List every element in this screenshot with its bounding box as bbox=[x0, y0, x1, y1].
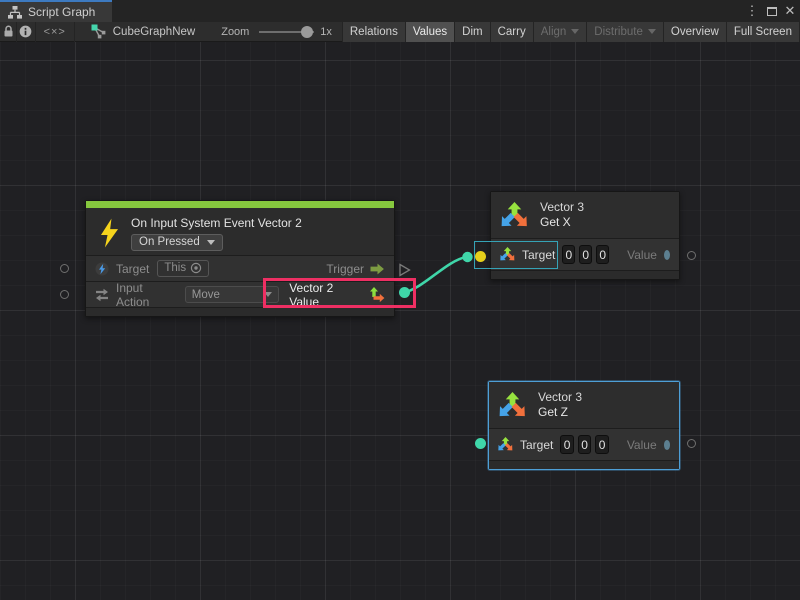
code-icon: <×> bbox=[44, 26, 66, 38]
getz-target-label: Target bbox=[520, 438, 553, 452]
full-screen-button[interactable]: Full Screen bbox=[727, 22, 800, 42]
connection-end-dot bbox=[462, 252, 472, 262]
getz-title-label: Get Z bbox=[538, 405, 582, 420]
target-label: Target bbox=[116, 262, 149, 276]
getx-node-footer bbox=[491, 270, 679, 279]
getz-node-footer bbox=[489, 460, 679, 469]
code-preview-button[interactable]: <×> bbox=[36, 22, 75, 42]
event-mode-dropdown[interactable]: On Pressed bbox=[131, 234, 223, 251]
event-node-title: On Input System Event Vector 2 bbox=[131, 215, 302, 230]
chevron-down-icon bbox=[571, 29, 579, 34]
lock-button[interactable] bbox=[0, 22, 17, 42]
zoom-slider[interactable] bbox=[259, 22, 314, 42]
hint-highlight-box bbox=[263, 278, 416, 308]
getz-category-label: Vector 3 bbox=[538, 390, 582, 405]
zoom-slider-handle[interactable] bbox=[301, 26, 313, 38]
window-maximize-icon[interactable] bbox=[764, 0, 780, 22]
toolbar-button-row: Relations Values Dim Carry Align Distrib… bbox=[342, 22, 800, 42]
trigger-arrow-icon bbox=[370, 263, 385, 275]
getx-category-label: Vector 3 bbox=[540, 200, 584, 215]
event-node-header: On Input System Event Vector 2 On Presse… bbox=[86, 208, 394, 255]
getx-field-x[interactable]: 0 bbox=[562, 245, 575, 264]
getz-value-label: Value bbox=[627, 438, 657, 452]
chevron-down-icon bbox=[648, 29, 656, 34]
info-button[interactable] bbox=[17, 22, 35, 42]
vector3-icon bbox=[501, 202, 528, 229]
input-system-icon bbox=[95, 262, 109, 276]
dim-button[interactable]: Dim bbox=[455, 22, 490, 42]
graph-asset-name: CubeGraphNew bbox=[113, 26, 195, 38]
edges-layer bbox=[0, 42, 800, 600]
event-target-input-port[interactable] bbox=[60, 264, 69, 273]
input-action-icon bbox=[95, 288, 109, 302]
values-button[interactable]: Values bbox=[406, 22, 455, 42]
getx-value-port-dot[interactable] bbox=[664, 250, 670, 260]
getx-field-y[interactable]: 0 bbox=[579, 245, 592, 264]
tab-script-graph[interactable]: Script Graph bbox=[0, 0, 112, 22]
tab-label: Script Graph bbox=[28, 5, 95, 19]
carry-button[interactable]: Carry bbox=[491, 22, 534, 42]
align-dropdown-button[interactable]: Align bbox=[534, 22, 588, 42]
tab-bar: Script Graph ⋮ ✕ bbox=[0, 0, 800, 22]
getx-title-label: Get X bbox=[540, 215, 584, 230]
graph-toolbar: <×> CubeGraphNew Zoom 1x Relations Value… bbox=[0, 22, 800, 42]
trigger-label: Trigger bbox=[326, 262, 364, 276]
getz-target-input-port[interactable] bbox=[475, 438, 486, 449]
zoom-level-value: 1x bbox=[320, 26, 332, 38]
zoom-label: Zoom bbox=[221, 26, 249, 38]
overview-button[interactable]: Overview bbox=[664, 22, 727, 42]
chevron-down-icon bbox=[207, 240, 215, 245]
graph-canvas[interactable]: On Input System Event Vector 2 On Presse… bbox=[0, 42, 800, 600]
graph-asset-breadcrumb[interactable]: CubeGraphNew bbox=[91, 24, 195, 40]
getx-value-output-port[interactable] bbox=[687, 251, 696, 260]
target-this-chip[interactable]: This bbox=[157, 260, 209, 277]
script-graph-window: Script Graph ⋮ ✕ <×> bbox=[0, 0, 800, 600]
getx-target-input-port[interactable] bbox=[475, 251, 486, 262]
trigger-output-port[interactable] bbox=[399, 263, 411, 277]
self-target-icon bbox=[190, 262, 202, 274]
node-vector3-get-z[interactable]: Vector 3 Get Z Target 0 0 0 Value bbox=[488, 381, 680, 470]
getz-value-port-dot[interactable] bbox=[664, 440, 670, 450]
graph-asset-icon bbox=[91, 24, 107, 40]
getz-field-x[interactable]: 0 bbox=[560, 435, 573, 454]
window-menu-icon[interactable]: ⋮ bbox=[744, 0, 760, 22]
getz-field-y[interactable]: 0 bbox=[578, 435, 591, 454]
lock-icon bbox=[3, 25, 14, 38]
input-action-label: Input Action bbox=[116, 281, 177, 309]
info-icon bbox=[19, 25, 32, 38]
getx-node-header: Vector 3 Get X bbox=[491, 192, 679, 238]
vector3-small-icon bbox=[498, 437, 513, 452]
port-hover-highlight-box bbox=[474, 241, 558, 269]
getz-field-z[interactable]: 0 bbox=[595, 435, 608, 454]
getx-value-label: Value bbox=[627, 248, 657, 262]
vector3-icon bbox=[499, 392, 526, 419]
getz-port-row: Target 0 0 0 Value bbox=[489, 428, 679, 460]
window-close-icon[interactable]: ✕ bbox=[782, 0, 798, 22]
relations-button[interactable]: Relations bbox=[343, 22, 406, 42]
getx-field-z[interactable]: 0 bbox=[596, 245, 609, 264]
getz-value-output-port[interactable] bbox=[687, 439, 696, 448]
event-action-input-port[interactable] bbox=[60, 290, 69, 299]
getz-node-header: Vector 3 Get Z bbox=[489, 382, 679, 428]
lightning-bolt-icon bbox=[99, 215, 120, 248]
graph-hierarchy-icon bbox=[8, 6, 22, 19]
distribute-dropdown-button[interactable]: Distribute bbox=[587, 22, 664, 42]
event-accent-bar bbox=[86, 201, 394, 208]
